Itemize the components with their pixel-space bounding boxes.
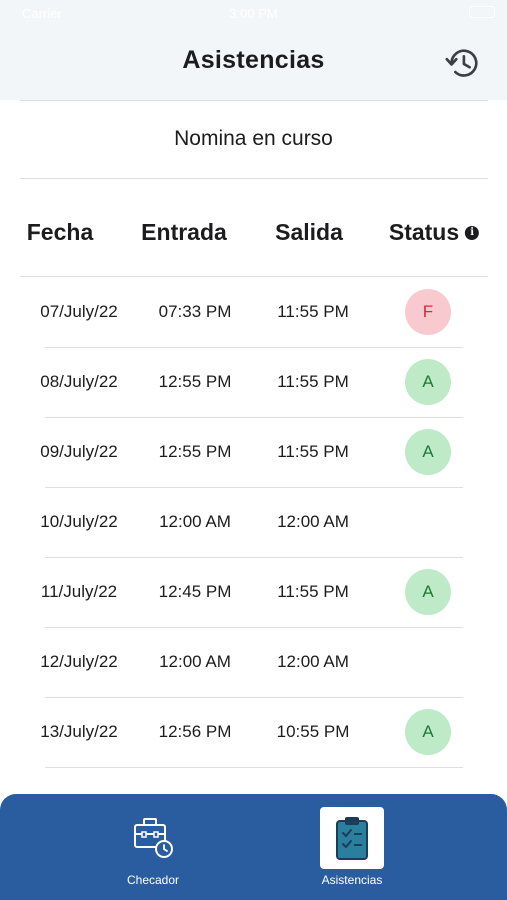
status-badge: F — [405, 289, 451, 335]
tab-icon-container — [320, 807, 384, 869]
cell-fecha: 08/July/22 — [40, 372, 118, 391]
cell-fecha: 09/July/22 — [40, 442, 118, 461]
cell-fecha: 13/July/22 — [40, 722, 118, 741]
cell-salida: 10:55 PM — [276, 722, 350, 741]
row-divider — [45, 627, 463, 628]
tab-icon-container — [121, 807, 185, 869]
column-header-salida: Salida — [275, 219, 343, 245]
cell-entrada: 07:33 PM — [158, 302, 232, 321]
cell-fecha: 12/July/22 — [40, 652, 118, 671]
status-bar: Carrier 3:00 PM — [0, 0, 507, 26]
row-divider — [45, 697, 463, 698]
row-divider — [45, 487, 463, 488]
tab-checador[interactable]: Checador — [93, 804, 213, 900]
divider — [20, 100, 488, 101]
briefcase-clock-icon — [134, 818, 173, 858]
status-badge: A — [405, 359, 451, 405]
cell-fecha: 07/July/22 — [40, 302, 118, 321]
status-badge: A — [405, 709, 451, 755]
cell-entrada: 12:45 PM — [158, 582, 232, 601]
history-icon — [445, 49, 478, 77]
divider — [20, 276, 488, 277]
cell-salida: 11:55 PM — [277, 372, 349, 391]
cell-salida: 11:55 PM — [277, 582, 349, 601]
cell-entrada: 12:55 PM — [158, 442, 232, 461]
clipboard-check-icon — [336, 817, 368, 860]
history-button[interactable] — [442, 43, 482, 83]
cell-entrada: 12:56 PM — [158, 722, 232, 741]
period-subtitle: Nomina en curso — [174, 127, 333, 150]
battery-icon — [469, 6, 495, 18]
cell-entrada: 12:00 AM — [159, 512, 231, 531]
cell-salida: 11:55 PM — [277, 442, 349, 461]
tab-label-asistencias: Asistencias — [321, 873, 383, 887]
column-header-status-label: Status — [388, 219, 460, 245]
column-header-status: Status i — [388, 219, 480, 246]
cell-entrada: 12:00 AM — [159, 652, 231, 671]
cell-salida: 12:00 AM — [277, 652, 349, 671]
page-title: Asistencias — [182, 46, 325, 74]
info-icon[interactable]: i — [465, 225, 480, 240]
cell-salida: 11:55 PM — [277, 302, 349, 321]
tab-asistencias[interactable]: Asistencias — [292, 804, 412, 900]
column-header-entrada: Entrada — [141, 219, 227, 245]
cell-fecha: 11/July/22 — [40, 582, 118, 601]
column-header-fecha: Fecha — [26, 219, 94, 245]
row-divider — [45, 557, 463, 558]
row-divider — [45, 767, 463, 768]
status-badge: A — [405, 429, 451, 475]
header-bar: Carrier 3:00 PM Asistencias — [0, 0, 507, 100]
tab-bar: Checador Asistencias — [0, 794, 507, 900]
status-badge: A — [405, 569, 451, 615]
cell-entrada: 12:55 PM — [158, 372, 232, 391]
cell-fecha: 10/July/22 — [40, 512, 118, 531]
row-divider — [45, 347, 463, 348]
divider — [20, 178, 488, 179]
tab-label-checador: Checador — [126, 873, 180, 887]
status-time: 3:00 PM — [229, 6, 278, 21]
cell-salida: 12:00 AM — [277, 512, 349, 531]
row-divider — [45, 417, 463, 418]
